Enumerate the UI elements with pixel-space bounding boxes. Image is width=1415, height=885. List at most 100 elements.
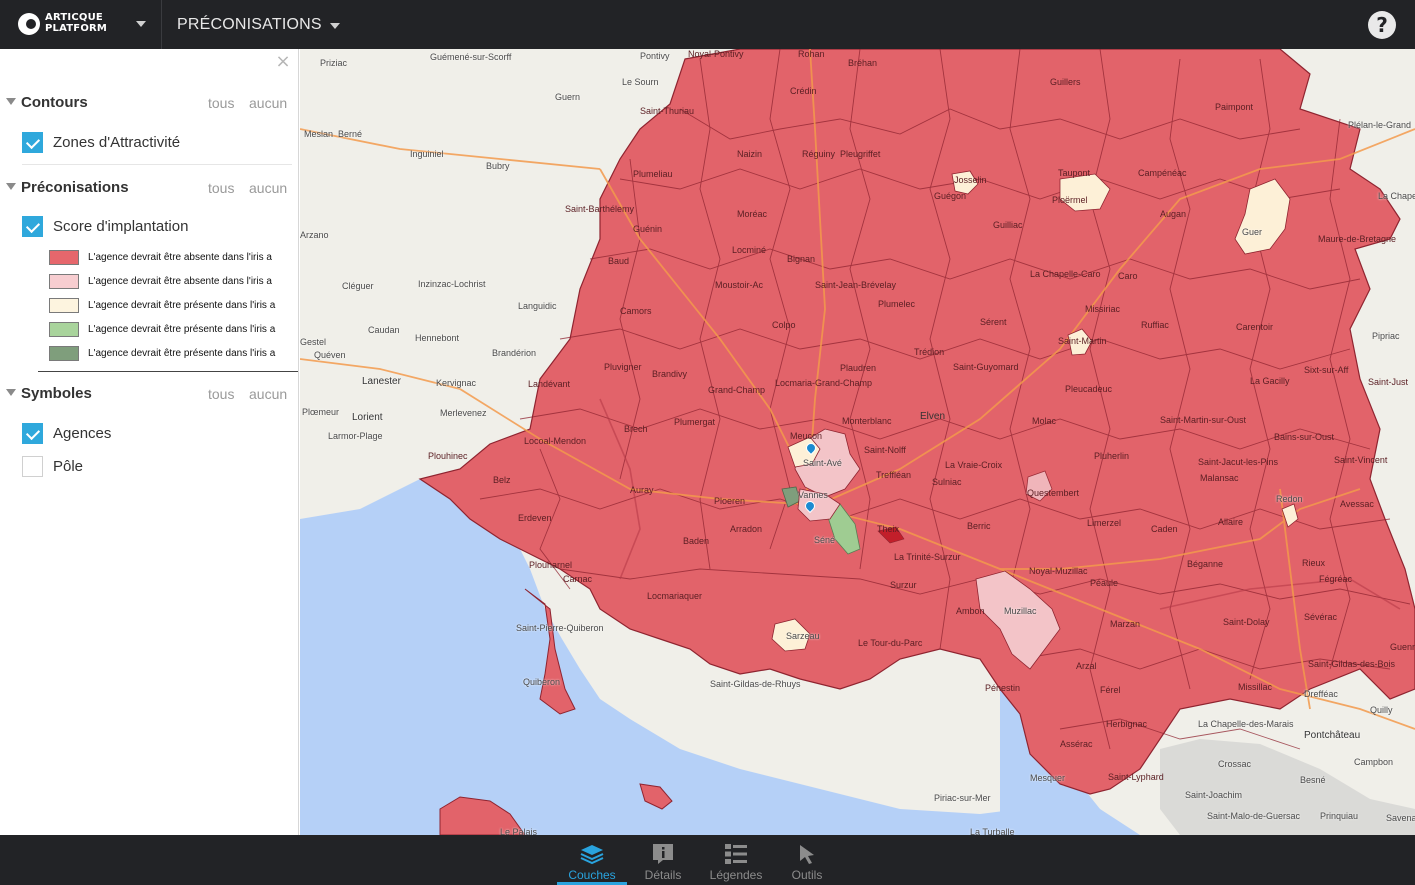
tab-legendes[interactable]: Légendes — [701, 835, 771, 885]
map-label: La Trinité-Surzur — [894, 552, 961, 562]
map-label: Allaire — [1218, 517, 1244, 527]
select-all-link[interactable]: tous — [208, 95, 234, 111]
legend-label: L'agence devrait être présente dans l'ir… — [88, 324, 276, 335]
tab-outils[interactable]: Outils — [772, 835, 842, 885]
layer-score-implantation[interactable]: Score d'implantation — [22, 216, 292, 238]
select-all-link[interactable]: tous — [208, 386, 234, 402]
map-label: Muzillac — [1004, 606, 1037, 616]
map-label: Ruffiac — [1141, 320, 1169, 330]
map-label: Sulniac — [932, 477, 962, 487]
map-label: Guer — [1242, 227, 1263, 237]
map-label: Saint-Martin — [1058, 336, 1107, 346]
map-label: Theix — [877, 524, 900, 534]
layer-checkbox[interactable] — [22, 132, 43, 153]
help-button[interactable]: ? — [1368, 11, 1396, 39]
chevron-down-icon[interactable] — [136, 21, 146, 27]
map-label: Vannes — [798, 490, 828, 500]
map-label: Noyal-Pontivy — [688, 49, 744, 59]
legend-swatch — [49, 322, 79, 337]
group-title[interactable]: Préconisations — [21, 179, 129, 196]
layer-label: Pôle — [53, 458, 84, 475]
layer-agences[interactable]: Agences — [22, 423, 292, 445]
layer-pole[interactable]: Pôle — [22, 456, 292, 478]
tab-couches[interactable]: Couches — [557, 835, 627, 885]
map-label: La Vraie-Croix — [945, 460, 1003, 470]
layer-checkbox[interactable] — [22, 216, 43, 237]
collapse-triangle-icon[interactable] — [6, 98, 16, 105]
articque-logo-icon — [18, 13, 40, 35]
legend-swatch — [49, 274, 79, 289]
layers-panel: × Contours tous aucun Zones d'Attractivi… — [0, 49, 299, 835]
map-label: Priziac — [320, 58, 348, 68]
map-canvas[interactable]: Priziac Guémené-sur-Scorff Pontivy Noyal… — [300, 49, 1415, 835]
map-label: Locmariaquer — [647, 591, 703, 601]
top-bar: ARTICQUE PLATFORM PRÉCONISATIONS ? — [0, 0, 1415, 49]
map-label: Grand-Champ — [708, 385, 766, 395]
map-label: Surzur — [890, 580, 917, 590]
map-label: Prinquiau — [1320, 811, 1359, 821]
legend-list-icon — [725, 844, 747, 864]
map-label: Séné — [814, 535, 836, 545]
map-label: Ambon — [956, 606, 985, 616]
collapse-triangle-icon[interactable] — [6, 389, 16, 396]
map-label: Maure-de-Bretagne — [1318, 234, 1397, 244]
map-label: Campénéac — [1138, 168, 1187, 178]
map-label: Pluvigner — [604, 362, 642, 372]
tab-details[interactable]: Détails — [628, 835, 698, 885]
map-label: La Chapelle — [1378, 191, 1415, 201]
map-label: Trédion — [914, 347, 945, 357]
collapse-triangle-icon[interactable] — [6, 183, 16, 190]
layers-icon — [580, 845, 604, 865]
map-label: Inzinzac-Lochrist — [418, 279, 486, 289]
map-label: Saint-Gildas-des-Bois — [1308, 659, 1396, 669]
section-dropdown[interactable]: PRÉCONISATIONS — [163, 0, 354, 49]
select-none-link[interactable]: aucun — [249, 386, 287, 402]
map-label: Sarzeau — [786, 631, 820, 641]
map-label: Avessac — [1340, 499, 1374, 509]
legend-swatch — [49, 250, 79, 265]
map-label: Saint-Lyphard — [1108, 772, 1164, 782]
map-label: Locoal-Mendon — [524, 436, 587, 446]
map-label: Sérent — [980, 317, 1007, 327]
legend-swatch — [49, 298, 79, 313]
map-label: Caudan — [368, 325, 400, 335]
map-label: Quilly — [1370, 705, 1393, 715]
layer-checkbox[interactable] — [22, 423, 43, 444]
map-label: Questembert — [1027, 488, 1080, 498]
map-label: Guilliac — [993, 220, 1023, 230]
layer-zones-attractivite[interactable]: Zones d'Attractivité — [22, 132, 292, 154]
layer-group-symboles: Symboles tous aucun — [0, 381, 299, 407]
map-svg[interactable] — [300, 49, 1415, 835]
layer-checkbox[interactable] — [22, 456, 43, 477]
map-label: Plumergat — [674, 417, 716, 427]
map-label: Molac — [1032, 416, 1057, 426]
select-all-link[interactable]: tous — [208, 180, 234, 196]
map-label: Guénin — [633, 224, 663, 234]
map-label: Camors — [620, 306, 652, 316]
map-label: Brech — [624, 424, 648, 434]
select-none-link[interactable]: aucun — [249, 95, 287, 111]
select-none-link[interactable]: aucun — [249, 180, 287, 196]
map-label: Ploeren — [714, 496, 746, 506]
map-label: Brandérion — [492, 348, 537, 358]
group-title[interactable]: Symboles — [21, 385, 92, 402]
map-label: Le Sourn — [622, 77, 659, 87]
layer-label: Zones d'Attractivité — [53, 134, 181, 151]
group-title[interactable]: Contours — [21, 94, 88, 111]
legend-label: L'agence devrait être présente dans l'ir… — [88, 348, 276, 359]
legend-label: L'agence devrait être absente dans l'iri… — [88, 276, 272, 287]
map-label: Naizin — [737, 149, 763, 159]
map-label: Josselin — [954, 175, 987, 185]
map-label: Taupont — [1058, 168, 1091, 178]
map-label: Saint-Gildas-de-Rhuys — [710, 679, 801, 689]
map-label: Pleucadeuc — [1065, 384, 1113, 394]
map-label: Pontchâteau — [1304, 730, 1361, 741]
tab-label: Détails — [644, 868, 682, 882]
brand-menu[interactable]: ARTICQUE PLATFORM — [0, 0, 162, 49]
close-icon[interactable]: × — [275, 53, 291, 71]
tab-label: Outils — [791, 868, 823, 882]
map-label: Pluherlin — [1094, 451, 1130, 461]
map-label: Saint-Malo-de-Guersac — [1207, 811, 1301, 821]
map-label: Missiriac — [1085, 304, 1120, 314]
section-label: PRÉCONISATIONS — [177, 15, 322, 33]
